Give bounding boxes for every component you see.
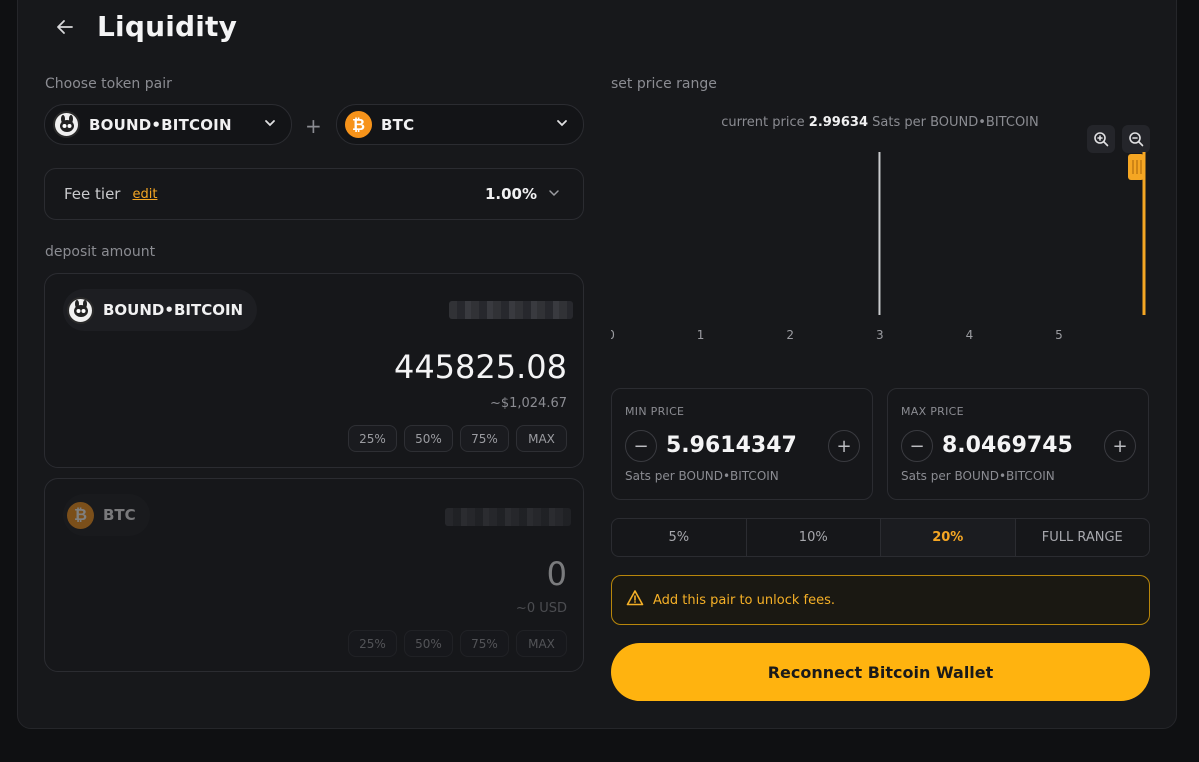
token-b-select[interactable]: ₿ BTC [336,104,584,145]
range-option-5[interactable]: 5% [612,519,747,556]
x-tick-label: 4 [966,328,974,342]
max-price-decrement-button[interactable]: − [901,430,933,462]
current-price-unit: Sats per BOUND•BITCOIN [872,115,1039,130]
current-price-value: 2.99634 [808,115,868,130]
balance-blurred [449,301,573,319]
fee-edit-link[interactable]: edit [132,187,157,202]
range-option-20[interactable]: 20% [881,519,1016,556]
warning-text: Add this pair to unlock fees. [653,592,835,608]
deposit-token-a-name: BOUND•BITCOIN [103,301,244,319]
current-price-text: current price 2.99634 Sats per BOUND•BIT… [611,115,1149,130]
bound-bitcoin-logo-icon [53,111,80,138]
pct-button-50[interactable]: 50% [404,630,453,657]
chevron-down-icon [263,115,277,134]
min-price-unit: Sats per BOUND•BITCOIN [625,469,779,483]
min-price-label: MIN PRICE [625,405,685,418]
chevron-down-icon [547,185,561,204]
page-title: Liquidity [97,10,238,43]
token-a-select[interactable]: BOUND•BITCOIN [44,104,292,145]
deposit-card-token-b: ₿ BTC 0 ~0 USD 25% 50% 75% MAX [44,478,584,672]
pct-button-50[interactable]: 50% [404,425,453,452]
min-price-increment-button[interactable]: + [828,430,860,462]
plus-separator: + [305,114,322,138]
pct-button-max[interactable]: MAX [516,425,567,452]
range-drag-handle[interactable] [1128,154,1144,180]
pct-button-25[interactable]: 25% [348,630,397,657]
deposit-token-a-amount[interactable]: 445825.08 [394,348,567,386]
set-price-range-label: set price range [611,76,717,92]
x-tick-label: 1 [697,328,705,342]
reconnect-wallet-button[interactable]: Reconnect Bitcoin Wallet [611,643,1150,701]
min-price-value[interactable]: 5.9614347 [666,433,797,458]
deposit-token-b-name: BTC [103,506,136,524]
range-preset-row: 5% 10% 20% FULL RANGE [611,518,1150,557]
price-range-chart[interactable]: 0 1 2 3 4 5 [611,140,1149,350]
deposit-token-a-percent-row: 25% 50% 75% MAX [348,425,567,452]
x-tick-label: 3 [876,328,884,342]
min-price-box: MIN PRICE − 5.9614347 + Sats per BOUND•B… [611,388,873,500]
fee-tier-selector[interactable]: Fee tier edit 1.00% [44,168,584,220]
balance-blurred [445,508,571,526]
pct-button-max[interactable]: MAX [516,630,567,657]
fee-tier-value: 1.00% [484,185,537,203]
deposit-token-a-usd: ~$1,024.67 [489,396,567,411]
fee-tier-label: Fee tier [64,185,121,203]
token-b-name: BTC [381,115,415,134]
deposit-amount-label: deposit amount [45,244,156,260]
bound-bitcoin-logo-icon [67,296,94,324]
x-tick-label: 2 [786,328,794,342]
back-arrow-icon[interactable] [54,16,76,38]
deposit-token-b-amount[interactable]: 0 [547,555,567,593]
min-price-decrement-button[interactable]: − [625,430,657,462]
max-price-increment-button[interactable]: + [1104,430,1136,462]
range-option-full[interactable]: FULL RANGE [1016,519,1150,556]
max-price-value[interactable]: 8.0469745 [942,433,1073,458]
range-option-10[interactable]: 10% [747,519,881,556]
chevron-down-icon [555,115,569,134]
deposit-token-b-usd: ~0 USD [515,601,567,616]
warning-triangle-icon [626,589,644,611]
x-tick-label: 0 [611,328,615,342]
deposit-token-b-percent-row: 25% 50% 75% MAX [348,630,567,657]
deposit-token-b-pill: ₿ BTC [63,494,150,536]
token-a-name: BOUND•BITCOIN [89,115,232,134]
max-price-unit: Sats per BOUND•BITCOIN [901,469,1055,483]
btc-logo-icon: ₿ [67,501,94,529]
current-price-prefix: current price [721,115,805,130]
x-tick-label: 5 [1055,328,1063,342]
btc-logo-icon: ₿ [345,111,372,138]
warning-banner: Add this pair to unlock fees. [611,575,1150,625]
pct-button-75[interactable]: 75% [460,630,509,657]
choose-token-pair-label: Choose token pair [45,76,172,92]
deposit-card-token-a: BOUND•BITCOIN 445825.08 ~$1,024.67 25% 5… [44,273,584,468]
max-price-label: MAX PRICE [901,405,964,418]
max-price-box: MAX PRICE − 8.0469745 + Sats per BOUND•B… [887,388,1149,500]
pct-button-25[interactable]: 25% [348,425,397,452]
pct-button-75[interactable]: 75% [460,425,509,452]
deposit-token-a-pill: BOUND•BITCOIN [63,289,258,331]
